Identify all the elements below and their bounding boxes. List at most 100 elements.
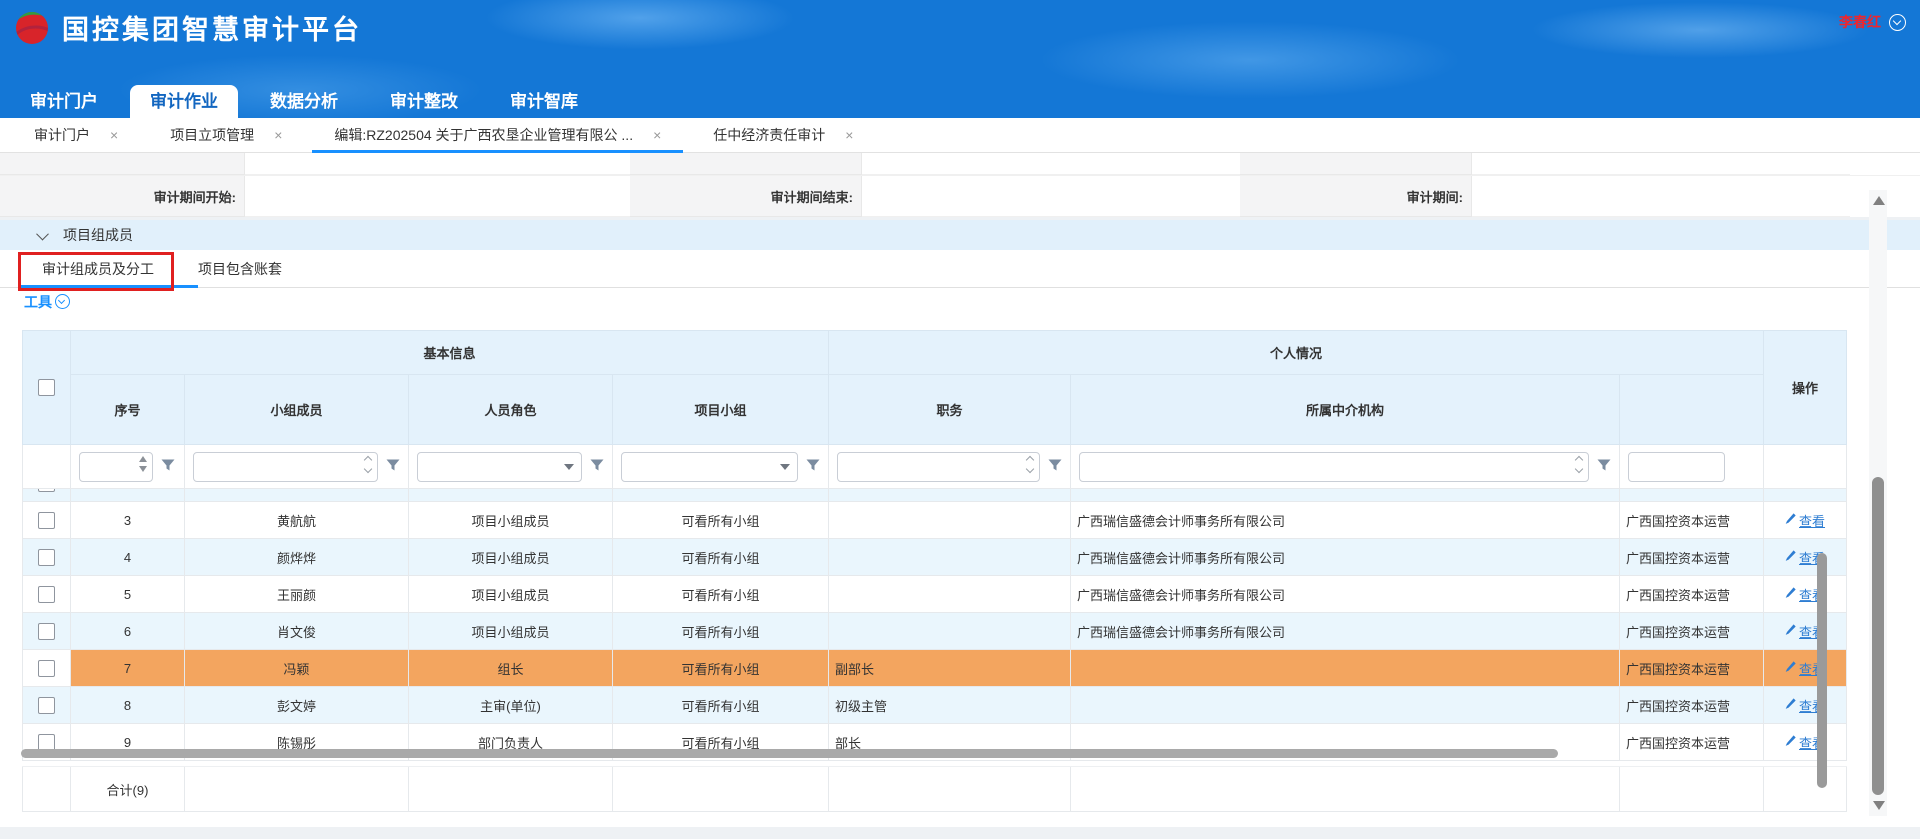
nav-item-3[interactable]: 数据分析 [250,85,358,118]
page-scrollbar-thumb[interactable] [1872,477,1884,795]
subtab-1-active[interactable]: 审计组成员及分工 [20,250,176,287]
cell-agency-text: 广西瑞信盛德会计师事务所有限公司 [1077,551,1285,566]
section-collapse-chevron-icon[interactable] [36,227,49,240]
cell-duty [829,489,1071,502]
row-checkbox[interactable] [38,549,55,566]
user-menu[interactable]: 李春红 [1839,12,1906,32]
form-input-clipped [862,153,1240,175]
filter-duty-field[interactable] [838,453,1039,481]
column-header-2: 小组成员 [185,375,409,445]
close-icon[interactable]: × [653,127,661,143]
section-project-members[interactable]: 项目组成员 [0,220,1920,250]
view-link[interactable]: 查看 [1785,511,1825,530]
row-checkbox[interactable] [38,734,55,751]
dual-caret-icon[interactable] [1027,457,1033,472]
row-checkbox[interactable] [38,623,55,640]
filter-funnel-icon[interactable] [806,459,820,474]
edit-pen-icon [1785,735,1796,750]
filter-org-input[interactable] [1628,452,1725,482]
close-icon[interactable]: × [845,127,853,143]
page-tab-3[interactable]: 编辑:RZ202504 关于广西农垦企业管理有限公 ... × [308,118,687,152]
filter-funnel-icon[interactable] [1048,459,1062,474]
edit-pen-icon [1785,624,1796,639]
filter-group-input[interactable] [621,452,798,482]
dual-caret-icon[interactable] [1576,457,1582,472]
page-tab-2[interactable]: 项目立项管理 × [144,118,308,152]
row-checkbox[interactable] [38,697,55,714]
column-header-action: 操作 [1764,331,1847,445]
table-vertical-scrollbar[interactable] [1817,553,1827,788]
nav-item-1[interactable]: 审计门户 [10,85,118,118]
nav-item-2[interactable]: 审计作业 [130,85,238,118]
dual-caret-icon[interactable] [365,457,371,472]
page-scrollbar[interactable] [1869,190,1887,816]
filter-role-cell [409,445,613,489]
row-checkbox-cell [23,502,71,539]
filter-seq-input[interactable] [79,452,153,482]
filter-duty-input[interactable] [837,452,1040,482]
filter-agency-field[interactable] [1080,453,1588,481]
filter-funnel-icon[interactable] [161,459,175,474]
cell-seq: 7 [71,650,185,687]
cell-duty [829,502,1071,539]
nav-item-4[interactable]: 审计整改 [370,85,478,118]
cell-member: 王丽颜 [185,576,409,613]
filter-duty-cell [829,445,1071,489]
table-row: 4颜烨烨项目小组成员可看所有小组广西瑞信盛德会计师事务所有限公司广西国控资本运营… [23,539,1847,576]
filter-member-input[interactable] [193,452,378,482]
nav-item-5[interactable]: 审计智库 [490,85,598,118]
page-tab-label: 项目立项管理 [170,125,254,145]
filter-checkbox-cell [23,445,71,489]
cell-seq: 6 [71,613,185,650]
cell-seq-text: 6 [124,624,131,639]
page-tab-4[interactable]: 任中经济责任审计× [687,118,879,152]
filter-group-field[interactable] [622,453,797,481]
cell-org-text: 广西国控资本运营 [1620,489,1724,490]
close-icon[interactable]: × [274,127,282,143]
filter-funnel-icon[interactable] [590,459,604,474]
row-checkbox-cell [23,489,71,502]
cell-seq-text: 9 [124,735,131,750]
form-input-1[interactable] [245,176,630,217]
subtab-2[interactable]: 项目包含账套 [176,250,304,287]
close-icon[interactable]: × [110,127,118,143]
filter-funnel-icon[interactable] [1597,459,1611,474]
cell-role-text: 项目小组成员 [471,551,549,566]
filter-org-field[interactable] [1629,453,1724,481]
cell-role-text: 组长 [497,662,523,677]
cell-role: 组长 [409,650,613,687]
caret-down-icon[interactable] [564,464,574,470]
horizontal-scrollbar[interactable] [21,749,1558,758]
cell-seq-text: 8 [124,698,131,713]
row-checkbox[interactable] [38,512,55,529]
cell-org-text: 广西国控资本运营 [1626,514,1730,529]
row-checkbox[interactable] [38,586,55,603]
row-checkbox[interactable] [38,489,55,492]
filter-role-field[interactable] [418,453,581,481]
tools-menu-button[interactable]: 工具 [24,292,70,312]
filter-agency-input[interactable] [1079,452,1589,482]
cell-member-text: 颜烨烨 [277,551,316,566]
select-all-checkbox[interactable] [38,379,55,396]
cell-org-text: 广西国控资本运营 [1626,625,1730,640]
scroll-up-icon[interactable] [1873,196,1885,205]
cell-group: 可看所有小组 [613,613,829,650]
column-header-4: 项目小组 [613,375,829,445]
view-link[interactable]: 查看 [1785,489,1825,501]
filter-member-field[interactable] [194,453,377,481]
form-input-3[interactable] [1472,176,1850,217]
page-tab-1[interactable]: 审计门户× [8,118,144,152]
caret-down-icon[interactable] [780,464,790,470]
chevron-down-circle-icon[interactable] [1889,14,1906,31]
scroll-down-icon[interactable] [1873,801,1885,810]
member-subtabs: 审计组成员及分工项目包含账套 [0,250,1920,288]
app-logo-icon [14,10,50,46]
form-input-2[interactable] [862,176,1240,217]
page-tab-label: 编辑:RZ202504 关于广西农垦企业管理有限公 ... [334,125,633,145]
cell-action: 查看 [1764,576,1847,613]
filter-role-input[interactable] [417,452,582,482]
row-checkbox[interactable] [38,660,55,677]
filter-funnel-icon[interactable] [386,459,400,474]
cell-group: 可看所有小组 [613,650,829,687]
spinner-arrows-icon[interactable] [139,456,147,472]
